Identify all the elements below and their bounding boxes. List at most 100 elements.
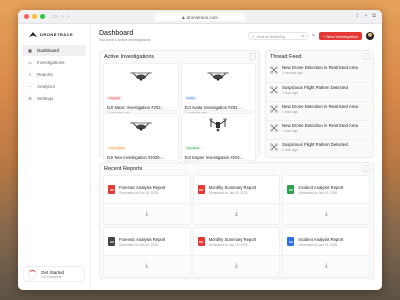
sidebar-item-dashboard[interactable]: ▦ Dashboard <box>22 45 86 56</box>
feed-item[interactable]: Suspicious Flight Pattern Detected 1 hour… <box>266 139 373 158</box>
sidebar-item-investigations[interactable]: ▭ Investigations <box>22 57 86 68</box>
active-investigations-panel: Active Investigations ⋮ Flagged DJI Mavic… <box>99 50 260 165</box>
brand-name: DRONETRACE <box>40 32 74 37</box>
share-icon[interactable]: ⇪ <box>355 13 359 19</box>
download-button[interactable]: ⤓ <box>283 255 369 276</box>
progress-ring-icon <box>28 269 37 279</box>
report-title: Forensic Analysis Report <box>119 236 166 242</box>
header: Dashboard You have 4 Active Investigatio… <box>99 30 374 48</box>
report-title: Monthly Summary Report <box>208 184 257 190</box>
drone-icon <box>107 116 175 136</box>
report-card[interactable]: Forensic Analysis Report Generated on Jan… <box>103 227 191 277</box>
investigation-card[interactable]: FlaggedDJI Mavic Investigation #202...10… <box>103 63 179 115</box>
new-investigation-button[interactable]: + New Investigation <box>318 32 362 40</box>
report-card[interactable]: Monthly Summary Report Generated on Jan 1… <box>192 227 281 277</box>
investigation-card[interactable]: ActiveDJI Avata Investigation #202...10 … <box>180 63 256 115</box>
avatar[interactable] <box>366 32 374 40</box>
panel-title: Active Investigations <box>104 54 155 60</box>
search-icon: ⌕ <box>252 33 255 39</box>
chart-icon: ◔ <box>28 83 32 89</box>
sidebar-item-label: Investigations <box>37 60 65 65</box>
sidebar-item-analytics[interactable]: ◔ Analytics <box>22 81 86 92</box>
download-icon: ⤓ <box>145 262 149 269</box>
report-card[interactable]: Monthly Summary Report Generated on Jan 1… <box>192 175 281 225</box>
minimize-window-button[interactable] <box>32 14 37 19</box>
feed-item[interactable]: New Drone Detection in Restricted Area 1 … <box>266 63 373 82</box>
feed-time: 1 hour ago <box>282 110 298 114</box>
drone-alert-icon <box>270 105 278 113</box>
report-date: Generated on Jan 15, 2025 <box>119 242 158 247</box>
download-button[interactable]: ⤓ <box>104 255 190 276</box>
folder-icon: ▭ <box>28 59 32 65</box>
report-date: Generated on Jan 15, 2025 <box>208 242 248 247</box>
download-button[interactable]: ⤓ <box>193 203 280 224</box>
clear-search-icon[interactable]: × <box>312 33 315 39</box>
more-options-icon[interactable]: ⋮ <box>249 53 256 60</box>
url-text: dronetrace.com <box>186 14 218 20</box>
status-badge: Flagged <box>107 96 122 100</box>
sidebar-item-label: Analytics <box>37 84 56 89</box>
report-title: Incident Analysis Report <box>298 236 344 242</box>
feed-title: New Drone Detection in Restricted Area <box>282 65 358 70</box>
download-icon: ⤓ <box>235 210 238 217</box>
gear-icon: ⚙ <box>28 95 32 101</box>
sidebar-item-label: Reports <box>37 72 53 77</box>
back-icon[interactable]: ‹ <box>62 14 64 20</box>
maximize-window-button[interactable] <box>40 14 45 19</box>
get-started-card[interactable]: Get Started 1/4 Complete <box>23 266 85 282</box>
sidebar-item-label: Settings <box>37 96 54 101</box>
document-icon <box>197 185 205 194</box>
download-icon: ⤓ <box>145 210 149 217</box>
more-options-icon[interactable]: ⋮ <box>363 165 370 172</box>
search-input[interactable]: ⌕ Search anything ⌘ <box>248 32 309 40</box>
download-icon: ⤓ <box>324 262 328 269</box>
sidebar-item-reports[interactable]: ≡ Reports <box>22 69 86 80</box>
feed-item[interactable]: Suspicious Flight Pattern Detected 1 hour… <box>266 82 373 101</box>
feed-item[interactable]: New Drone Detection in Restricted Area 1 … <box>266 101 373 120</box>
more-options-icon[interactable]: ⋮ <box>363 53 370 60</box>
tabs-icon[interactable]: ⧉ <box>372 13 376 19</box>
download-icon: ⤓ <box>324 210 328 217</box>
feed-time: 1 minutes ago <box>282 71 303 75</box>
download-button[interactable]: ⤓ <box>193 255 280 276</box>
get-started-progress: 1/4 Complete <box>41 274 62 279</box>
download-button[interactable]: ⤓ <box>283 203 369 224</box>
close-window-button[interactable] <box>24 14 29 19</box>
status-badge: Complete <box>184 146 202 150</box>
download-icon: ⤓ <box>235 262 238 269</box>
logo-mark-icon <box>29 32 37 37</box>
page-title: Dashboard <box>99 30 134 37</box>
report-card[interactable]: Incident Analysis Report Generated on Jan… <box>282 175 370 225</box>
forward-icon[interactable]: › <box>67 14 69 20</box>
brand-logo[interactable]: DRONETRACE <box>29 32 86 37</box>
browser-chrome: ▭ ‹ › 🔒︎ dronetrace.com ⇪ + ⧉ <box>18 10 382 24</box>
sidebar-toggle-icon[interactable]: ▭ <box>53 14 58 20</box>
search-placeholder: Search anything <box>256 33 286 39</box>
investigation-title: DJI Inspire Investigation #202... <box>184 155 244 160</box>
feed-item[interactable]: New Drone Detection in Restricted Area 1 … <box>266 120 373 139</box>
report-title: Forensic Analysis Report <box>119 184 166 190</box>
feed-title: New Drone Detection in Restricted Area <box>282 104 358 109</box>
drone-alert-icon <box>270 86 278 94</box>
investigation-card[interactable]: Complete DJI Inspire Investigation #202..… <box>180 113 256 165</box>
feed-time: 1 hour ago <box>282 91 298 95</box>
document-icon: ≡ <box>28 71 32 77</box>
drone-icon <box>107 66 175 86</box>
lock-icon: 🔒︎ <box>182 14 185 20</box>
download-button[interactable]: ⤓ <box>104 203 190 224</box>
new-tab-icon[interactable]: + <box>365 13 368 19</box>
feed-time: 1 hour ago <box>282 148 298 152</box>
feed-title: Suspicious Flight Pattern Detected <box>282 142 348 147</box>
report-date: Generated on Jan 15, 2025 <box>119 190 158 195</box>
window-controls <box>24 14 45 19</box>
sidebar-item-settings[interactable]: ⚙ Settings <box>22 93 86 104</box>
address-bar[interactable]: 🔒︎ dronetrace.com <box>155 13 245 21</box>
sidebar-item-label: Dashboard <box>37 48 60 53</box>
report-card[interactable]: Forensic Analysis Report Generated on Jan… <box>103 175 191 225</box>
investigation-card[interactable]: In Progress DJI Neo Investigation #2025-.… <box>103 113 179 165</box>
report-date: Generated on Jan 15, 2025 <box>298 242 338 247</box>
feed-time: 1 hour ago <box>282 129 298 133</box>
get-started-title: Get Started <box>41 269 65 275</box>
page-subtitle: You have 4 Active Investigations <box>99 38 151 42</box>
report-card[interactable]: Incident Analysis Report Generated on Jan… <box>282 227 370 277</box>
